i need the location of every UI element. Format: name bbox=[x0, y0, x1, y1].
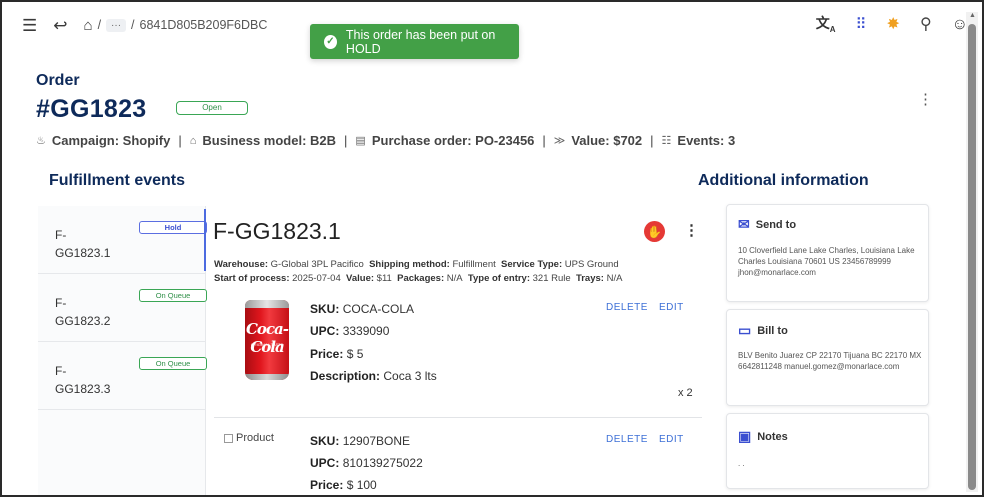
value-icon: ≫ bbox=[553, 135, 566, 147]
product-price: Price: $ 100 bbox=[310, 478, 377, 492]
more-options-icon[interactable]: ⋮ bbox=[918, 90, 933, 108]
meta-separator: | bbox=[344, 133, 348, 148]
product-item: Coca-Cola ORIGINAL TASTE SKU: COCA-COLA … bbox=[214, 300, 702, 415]
meta-events: Events: 3 bbox=[677, 133, 736, 148]
event-info-line-2: Start of process: 2025-07-04 Value: $11 … bbox=[214, 273, 623, 284]
bill-to-card: ▭ Bill to BLV Benito Juarez CP 22170 Tij… bbox=[726, 309, 929, 406]
notes-icon: ▣ bbox=[738, 428, 752, 444]
edit-button[interactable]: EDIT bbox=[659, 302, 684, 313]
event-id: F- GG1823.3 bbox=[55, 364, 111, 396]
business-icon: ⌂ bbox=[189, 134, 197, 147]
meta-value: Value: $702 bbox=[571, 133, 643, 148]
breadcrumb-ellipsis[interactable]: ··· bbox=[106, 18, 127, 32]
check-circle-icon: ✓ bbox=[324, 34, 337, 49]
delete-button[interactable]: DELETE bbox=[606, 302, 648, 313]
breadcrumb: ⌂ / ··· / 6841D805B209F6DBC bbox=[84, 18, 268, 33]
order-number: #GG1823 bbox=[36, 95, 147, 123]
scrollbar-thumb[interactable] bbox=[968, 24, 976, 490]
campaign-icon: ♨ bbox=[36, 135, 46, 147]
notes-title: ▣ Notes bbox=[738, 428, 788, 444]
product-upc: UPC: 3339090 bbox=[310, 324, 390, 338]
event-info-line-1: Warehouse: G-Global 3PL Pacifico Shippin… bbox=[214, 259, 619, 270]
send-to-card: ✉ Send to 10 Cloverfield Lane Lake Charl… bbox=[726, 204, 929, 302]
product-upc: UPC: 810139275022 bbox=[310, 456, 423, 470]
additional-information-title: Additional information bbox=[698, 172, 869, 189]
mail-icon: ✉ bbox=[738, 216, 750, 232]
search-icon[interactable]: ⚲ bbox=[920, 16, 932, 33]
event-status-badge: Hold bbox=[139, 221, 207, 234]
meta-separator: | bbox=[650, 133, 654, 148]
notes-text: . . bbox=[738, 459, 745, 468]
credit-card-icon: ▭ bbox=[738, 322, 752, 338]
meta-purchase-order: Purchase order: PO-23456 bbox=[371, 133, 535, 148]
event-detail-title: F-GG1823.1 bbox=[213, 218, 341, 244]
toast-message: This order has been put on HOLD bbox=[345, 27, 496, 56]
settings-icon[interactable]: ✸ bbox=[887, 16, 900, 33]
hold-hand-icon[interactable]: ✋ bbox=[644, 221, 665, 242]
breadcrumb-current[interactable]: 6841D805B209F6DBC bbox=[140, 18, 268, 32]
send-to-address: 10 Cloverfield Lane Lake Charles, Louisi… bbox=[738, 246, 915, 277]
product-image: Coca-Cola ORIGINAL TASTE bbox=[245, 300, 289, 380]
send-to-title: ✉ Send to bbox=[738, 216, 797, 232]
event-item[interactable]: F- GG1823.3 On Queue bbox=[38, 342, 207, 410]
product-sku: SKU: 12907BONE bbox=[310, 434, 411, 448]
fulfillment-events-list: F- GG1823.1 Hold F- GG1823.2 On Queue F- GG… bbox=[38, 206, 207, 495]
product-divider bbox=[214, 417, 702, 418]
bill-to-title: ▭ Bill to bbox=[738, 322, 788, 338]
edit-button[interactable]: EDIT bbox=[659, 434, 684, 445]
apps-grid-icon[interactable]: ⠿ bbox=[856, 17, 867, 32]
event-item[interactable]: F- GG1823.1 Hold bbox=[38, 206, 207, 274]
fulfillment-events-title: Fulfillment events bbox=[49, 172, 186, 189]
event-more-options-icon[interactable]: ⋮ bbox=[684, 221, 699, 239]
top-right-actions: 文A ⠿ ✸ ⚲ ☺ bbox=[816, 16, 968, 34]
product-item: Product SKU: 12907BONE UPC: 810139275022… bbox=[214, 432, 702, 492]
event-id: F- GG1823.1 bbox=[55, 228, 111, 260]
product-sku: SKU: COCA-COLA bbox=[310, 302, 415, 316]
event-status-badge: On Queue bbox=[139, 289, 207, 302]
scroll-up-arrow-icon[interactable]: ▲ bbox=[969, 12, 976, 19]
breadcrumb-separator: / bbox=[131, 18, 135, 32]
document-icon: ▤ bbox=[355, 135, 366, 147]
meta-separator: | bbox=[178, 133, 182, 148]
translate-icon[interactable]: 文A bbox=[816, 16, 836, 34]
order-label: Order bbox=[36, 72, 80, 89]
notes-card: ▣ Notes . . bbox=[726, 413, 929, 489]
event-status-badge: On Queue bbox=[139, 357, 207, 370]
product-quantity: x 2 bbox=[678, 387, 693, 399]
back-arrow-icon[interactable]: ↩ bbox=[53, 17, 67, 34]
delete-button[interactable]: DELETE bbox=[606, 434, 648, 445]
menu-icon[interactable]: ☰ bbox=[22, 17, 37, 34]
breadcrumb-separator: / bbox=[97, 18, 102, 32]
meta-separator: | bbox=[542, 133, 546, 148]
home-icon[interactable]: ⌂ bbox=[84, 18, 93, 33]
app-window: ☰ ↩ ⌂ / ··· / 6841D805B209F6DBC ✓ This o… bbox=[0, 0, 984, 497]
product-description: Description: Coca 3 lts bbox=[310, 369, 437, 383]
bill-to-address: BLV Benito Juarez CP 22170 Tijuana BC 22… bbox=[738, 351, 922, 371]
order-meta: ♨ Campaign: Shopify | ⌂ Business model: … bbox=[36, 133, 735, 148]
vertical-scrollbar[interactable]: ▲ bbox=[966, 12, 978, 492]
meta-business-model: Business model: B2B bbox=[202, 133, 337, 148]
selected-event-indicator bbox=[204, 209, 206, 271]
toast-notification: ✓ This order has been put on HOLD bbox=[310, 24, 519, 59]
broken-image-icon bbox=[224, 433, 233, 443]
event-id: F- GG1823.2 bbox=[55, 296, 111, 328]
events-icon: ☷ bbox=[661, 135, 672, 147]
event-item[interactable]: F- GG1823.2 On Queue bbox=[38, 274, 207, 342]
meta-campaign: Campaign: Shopify bbox=[51, 133, 171, 148]
product-image: Product bbox=[224, 432, 274, 444]
status-badge: Open bbox=[176, 101, 248, 115]
product-price: Price: $ 5 bbox=[310, 347, 364, 361]
